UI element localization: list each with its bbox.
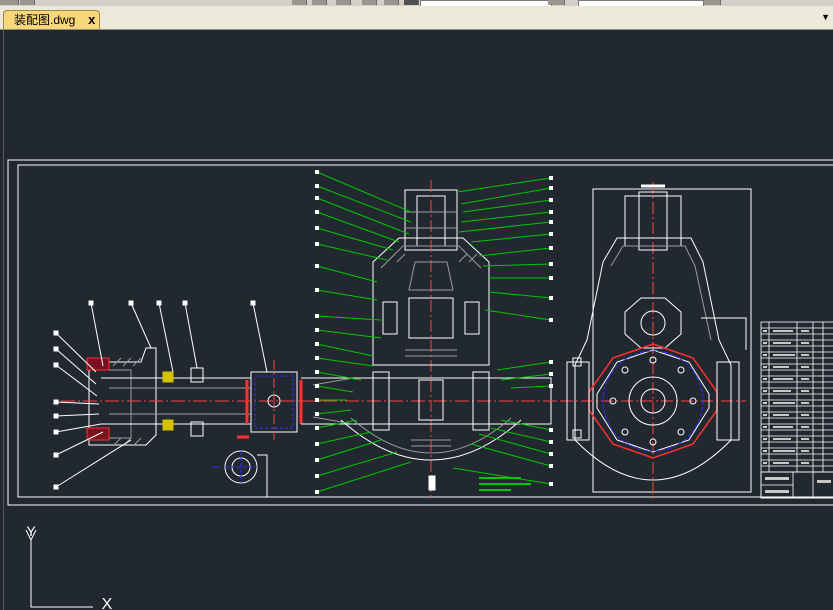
sheet-inner-frame xyxy=(17,164,833,498)
toolbar-button[interactable] xyxy=(0,0,19,5)
center-balloons xyxy=(315,170,553,494)
toolbar-button[interactable] xyxy=(312,0,327,5)
ucs-icon xyxy=(25,529,93,608)
toolbar-button[interactable] xyxy=(20,0,35,5)
center-differential-assembly xyxy=(301,180,561,500)
toolbar-button[interactable] xyxy=(404,0,419,5)
document-tab-title: 装配图.dwg xyxy=(14,13,76,27)
ucs-y-label: Y xyxy=(26,523,36,539)
toolbar-button[interactable] xyxy=(362,0,377,5)
parts-list-table xyxy=(760,321,833,499)
ucs-x-label: X xyxy=(102,596,113,610)
dropdown-arrow-icon[interactable] xyxy=(548,0,565,5)
toolbar-button[interactable] xyxy=(336,0,351,5)
toolbar-button[interactable] xyxy=(292,0,307,5)
tab-menu-arrow-icon[interactable]: ▼ xyxy=(821,12,830,22)
cad-drawing: Y X xyxy=(7,159,833,610)
close-icon[interactable]: x xyxy=(88,12,95,28)
right-side-view xyxy=(561,182,752,500)
left-shaft-assembly xyxy=(61,347,331,498)
dropdown-arrow-icon[interactable] xyxy=(704,0,721,5)
document-tab[interactable]: 装配图.dwg x xyxy=(3,10,101,29)
center-leader-lines xyxy=(316,171,552,493)
toolbar-button[interactable] xyxy=(384,0,399,5)
drawing-canvas[interactable]: Y X xyxy=(3,30,833,610)
document-tab-bar: 装配图.dwg x ▼ xyxy=(0,6,833,30)
